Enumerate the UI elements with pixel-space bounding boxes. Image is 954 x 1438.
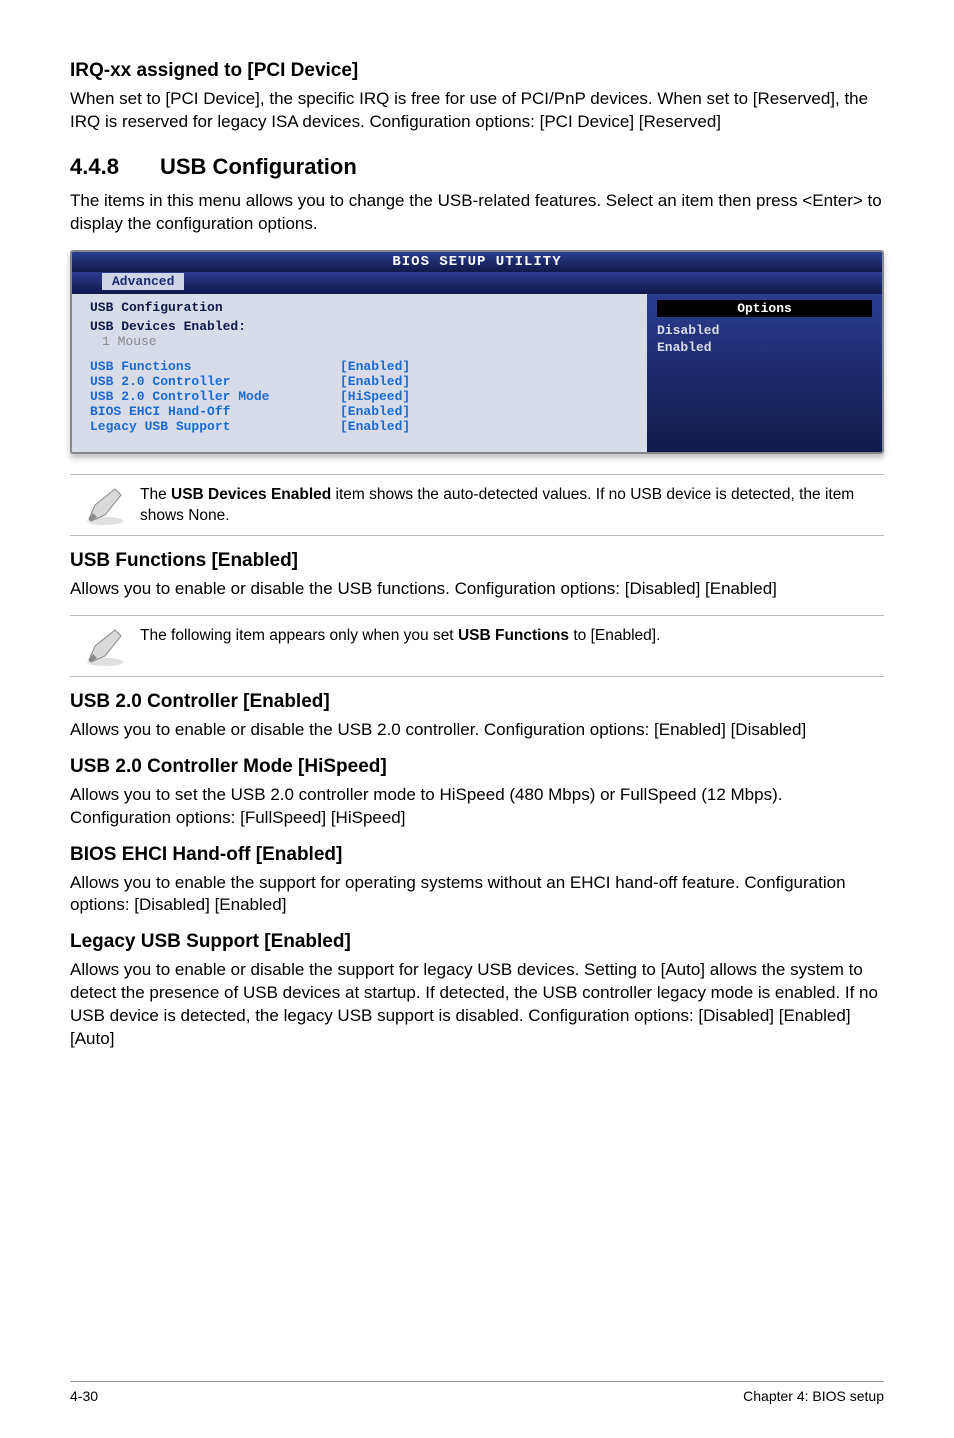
page-footer: 4-30 Chapter 4: BIOS setup [70,1381,884,1404]
legacy-body: Allows you to enable or disable the supp… [70,959,884,1051]
note-prefix: The following item appears only when you… [140,627,458,644]
note-suffix: to [Enabled]. [569,627,660,644]
irq-body: When set to [PCI Device], the specific I… [70,88,884,134]
bios-devices-value: 1 Mouse [90,334,157,349]
section-title: 4.4.8USB Configuration [70,154,884,180]
note-text: The USB Devices Enabled item shows the a… [140,483,884,527]
bios-item-usb20-controller[interactable]: USB 2.0 Controller [Enabled] [90,374,637,389]
section-number: 4.4.8 [70,154,160,180]
pencil-icon [83,483,127,527]
chapter-label: Chapter 4: BIOS setup [743,1388,884,1404]
usb-functions-body: Allows you to enable or disable the USB … [70,578,884,601]
usb20-controller-heading: USB 2.0 Controller [Enabled] [70,691,884,713]
bios-item-value: [Enabled] [340,419,410,434]
bios-devices-enabled: USB Devices Enabled: 1 Mouse [90,319,637,349]
bios-item-ehci-handoff[interactable]: BIOS EHCI Hand-Off [Enabled] [90,404,637,419]
bios-options-header: Options [657,300,872,317]
pencil-icon [83,624,127,668]
bios-tab-advanced[interactable]: Advanced [102,273,184,290]
bios-item-usb-functions[interactable]: USB Functions [Enabled] [90,359,637,374]
bios-panel-title: USB Configuration [90,300,637,315]
ehci-body: Allows you to enable the support for ope… [70,872,884,918]
bios-item-value: [Enabled] [340,359,410,374]
bios-option-enabled[interactable]: Enabled [657,340,872,357]
bios-item-value: [HiSpeed] [340,389,410,404]
bios-right-pane: Options Disabled Enabled [647,294,882,452]
bios-item-value: [Enabled] [340,374,410,389]
note-text: The following item appears only when you… [140,624,884,647]
section-title-text: USB Configuration [160,154,357,179]
usb-functions-heading: USB Functions [Enabled] [70,550,884,572]
ehci-heading: BIOS EHCI Hand-off [Enabled] [70,844,884,866]
usb20-mode-heading: USB 2.0 Controller Mode [HiSpeed] [70,756,884,778]
bios-left-pane: USB Configuration USB Devices Enabled: 1… [72,294,647,452]
irq-heading: IRQ-xx assigned to [PCI Device] [70,60,884,82]
bios-title-bar: BIOS SETUP UTILITY [72,252,882,272]
bios-item-label: USB 2.0 Controller [90,374,340,389]
legacy-heading: Legacy USB Support [Enabled] [70,931,884,953]
bios-item-usb20-mode[interactable]: USB 2.0 Controller Mode [HiSpeed] [90,389,637,404]
note-bold: USB Devices Enabled [171,486,331,503]
bios-item-legacy-usb[interactable]: Legacy USB Support [Enabled] [90,419,637,434]
bios-item-value: [Enabled] [340,404,410,419]
bios-option-disabled[interactable]: Disabled [657,323,872,340]
bios-item-label: BIOS EHCI Hand-Off [90,404,340,419]
bios-item-label: USB Functions [90,359,340,374]
bios-tab-bar: Advanced [72,272,882,294]
bios-item-label: USB 2.0 Controller Mode [90,389,340,404]
bios-item-label: Legacy USB Support [90,419,340,434]
note-prefix: The [140,486,171,503]
page-number: 4-30 [70,1388,98,1404]
note-bold: USB Functions [458,627,569,644]
bios-devices-label: USB Devices Enabled: [90,319,246,334]
usb20-mode-body: Allows you to set the USB 2.0 controller… [70,784,884,830]
bios-panel: BIOS SETUP UTILITY Advanced USB Configur… [70,250,884,454]
usb20-controller-body: Allows you to enable or disable the USB … [70,719,884,742]
note-following-item: The following item appears only when you… [70,615,884,677]
note-usb-devices: The USB Devices Enabled item shows the a… [70,474,884,536]
usb-intro: The items in this menu allows you to cha… [70,190,884,236]
